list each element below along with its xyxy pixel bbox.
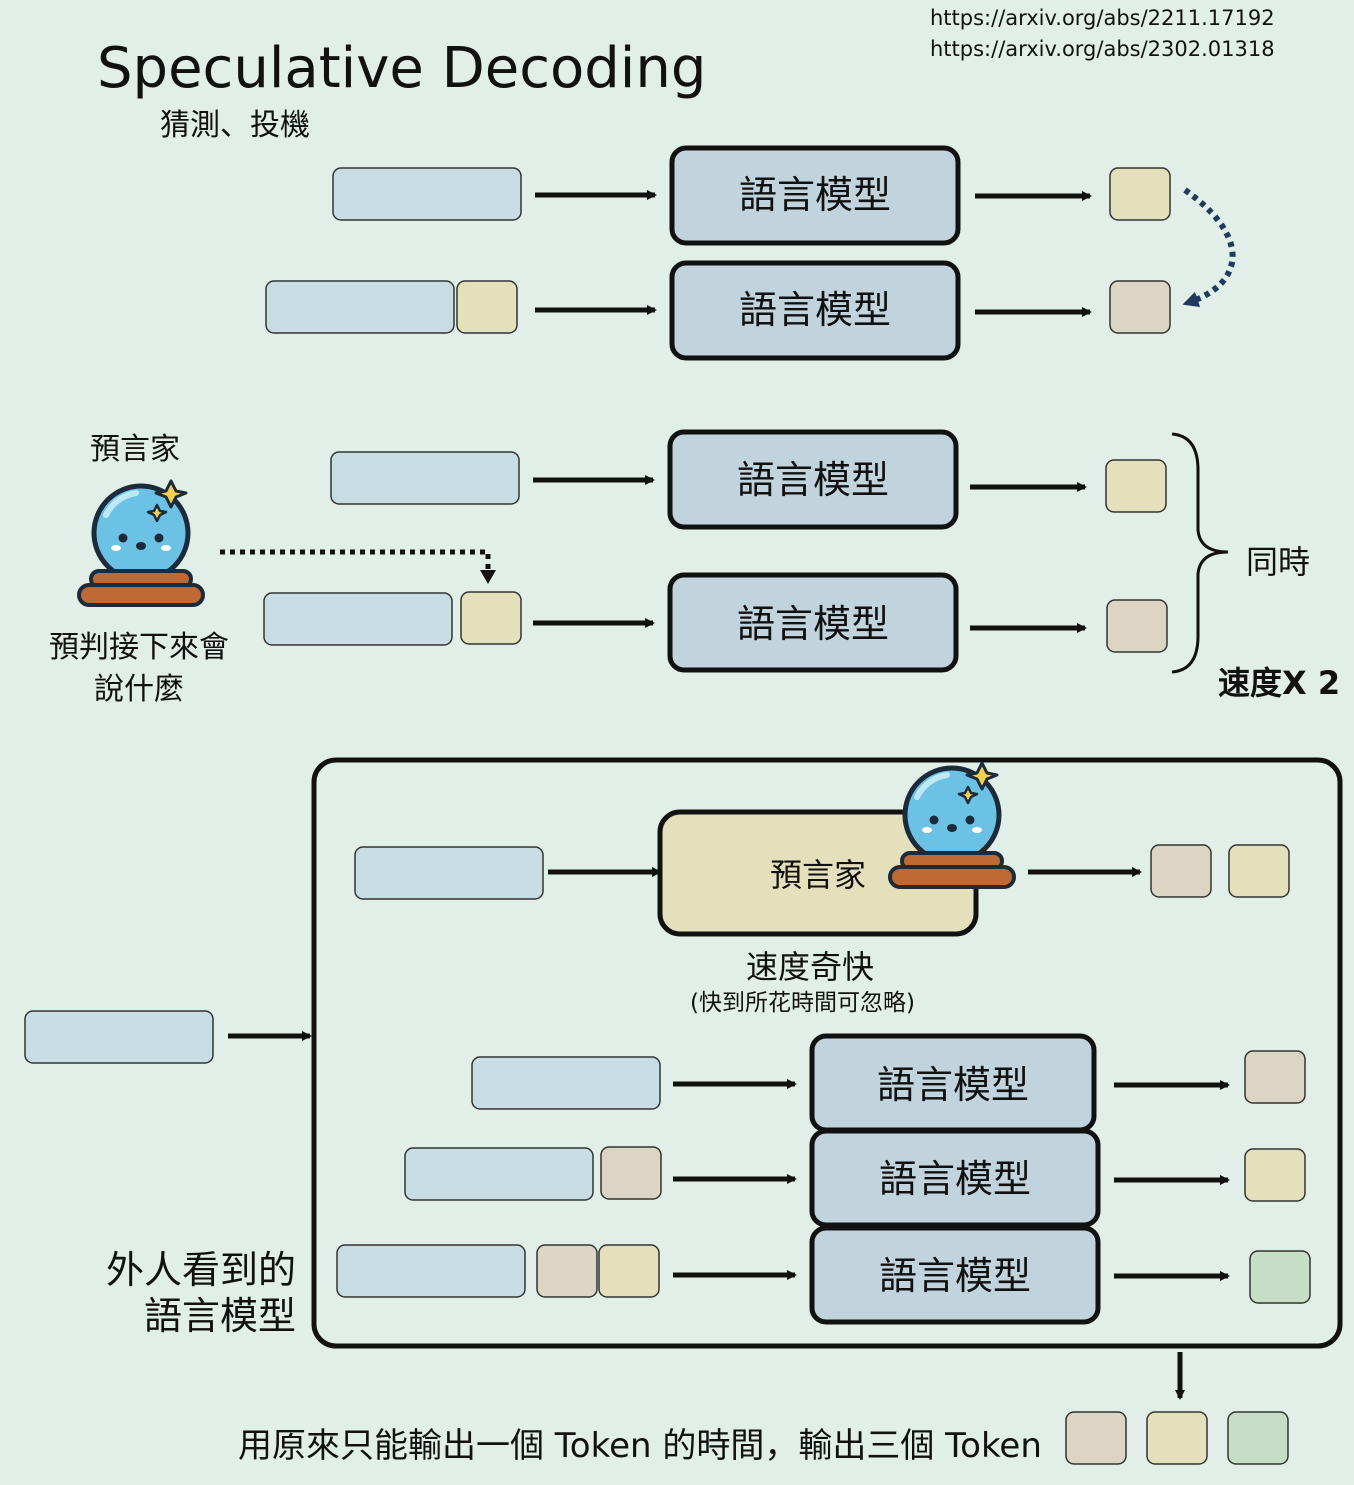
footer-caption: 用原來只能輸出一個 Token 的時間，輸出三個 Token <box>238 1426 1042 1466</box>
output-token-yellow <box>1109 167 1171 221</box>
language-model-label: 語言模型 <box>736 602 889 646</box>
arrowhead <box>480 570 496 584</box>
final-token-beige <box>1065 1411 1127 1465</box>
draft-speed-note: (快到所花時間可忽略) <box>690 990 915 1016</box>
same-time-label: 同時 <box>1246 543 1311 581</box>
guessed-token-yellow <box>460 591 522 645</box>
language-model-label: 語言模型 <box>736 458 889 502</box>
prompt-token <box>471 1056 661 1110</box>
output-token-beige <box>1109 280 1171 334</box>
diagram-canvas: { "title": "Speculative Decoding", "subt… <box>0 0 1354 1485</box>
dotted-prophet-arrow <box>220 549 491 570</box>
appended-token-yellow <box>456 280 518 334</box>
outsider-label: 外人看到的語言模型 <box>105 1248 296 1338</box>
draft-model-label: 預言家 <box>769 856 866 894</box>
output-token-yellow <box>1105 459 1167 513</box>
reference-link[interactable]: https://arxiv.org/abs/2302.01318 <box>930 37 1275 61</box>
final-token-green <box>1227 1411 1289 1465</box>
speedup-label: 速度X 2 <box>1218 664 1341 702</box>
output-token-yellow <box>1244 1148 1306 1202</box>
draft-token-yellow <box>1228 844 1290 898</box>
draft-token-beige <box>1150 844 1212 898</box>
curly-brace <box>1171 432 1229 674</box>
output-token-beige <box>1244 1050 1306 1104</box>
draft-speed-label: 速度奇快 <box>746 948 875 986</box>
prompt-token <box>332 167 522 221</box>
language-model-label: 語言模型 <box>878 1157 1031 1201</box>
prophet-icon <box>79 481 203 605</box>
prompt-token <box>330 451 520 505</box>
language-model-label: 語言模型 <box>878 1254 1031 1298</box>
prompt-token <box>24 1010 214 1064</box>
appended-token-beige <box>600 1146 662 1200</box>
prompt-token <box>354 846 544 900</box>
reference-link[interactable]: https://arxiv.org/abs/2211.17192 <box>930 6 1275 30</box>
prompt-token <box>263 592 453 646</box>
prompt-token <box>265 280 455 334</box>
prophet-description: 預判接下來會說什麼 <box>49 630 229 707</box>
language-model-label: 語言模型 <box>738 288 891 332</box>
final-token-yellow <box>1146 1411 1208 1465</box>
language-model-label: 語言模型 <box>738 173 891 217</box>
language-model-label: 語言模型 <box>876 1063 1029 1107</box>
page-subtitle: 猜測、投機 <box>160 108 310 143</box>
prophet-title: 預言家 <box>90 432 180 467</box>
appended-token-yellow <box>598 1244 660 1298</box>
prompt-token <box>404 1147 594 1201</box>
page-title: Speculative Decoding <box>97 36 707 101</box>
prompt-token <box>336 1244 526 1298</box>
output-token-beige <box>1106 599 1168 653</box>
dotted-feedback-arrow <box>1182 187 1236 307</box>
output-token-green <box>1249 1250 1311 1304</box>
appended-token-beige <box>536 1244 598 1298</box>
